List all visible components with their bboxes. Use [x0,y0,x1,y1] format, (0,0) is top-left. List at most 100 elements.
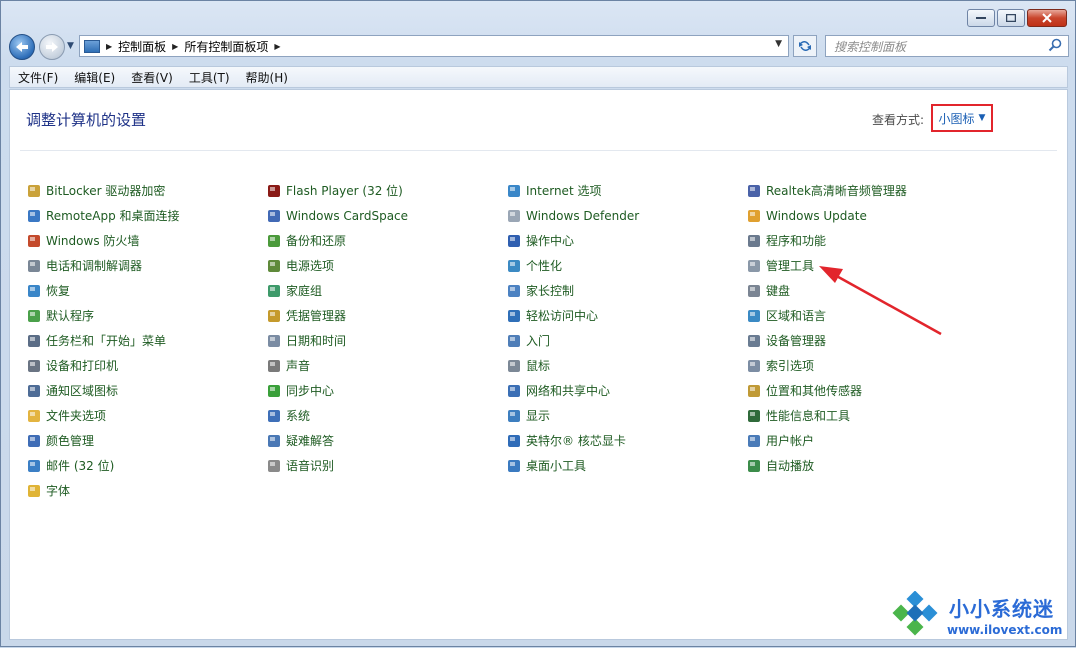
back-button[interactable] [9,34,35,60]
control-panel-item[interactable]: Windows Defender [506,203,746,228]
firewall-icon [28,234,40,247]
control-panel-item[interactable]: 索引选项 [746,353,986,378]
control-panel-item[interactable]: 凭据管理器 [266,303,506,328]
control-panel-item[interactable]: 家庭组 [266,278,506,303]
control-panel-item[interactable]: 恢复 [26,278,266,303]
chevron-right-icon[interactable]: ▶ [274,42,280,51]
autoplay-icon [748,459,760,472]
fonts-icon [28,484,40,497]
taskbar-icon [28,334,40,347]
breadcrumb-control-panel[interactable]: 控制面板 [118,38,166,55]
forward-button[interactable] [39,34,65,60]
control-panel-item-label: Windows 防火墙 [46,234,140,248]
getting-started-icon [508,334,520,347]
control-panel-item-label: 邮件 (32 位) [46,459,115,473]
address-bar[interactable]: ▶ 控制面板 ▶ 所有控制面板项 ▶ ▼ [79,35,789,57]
control-panel-item[interactable]: 英特尔® 核芯显卡 [506,428,746,453]
control-panel-item[interactable]: 日期和时间 [266,328,506,353]
control-panel-item[interactable]: 邮件 (32 位) [26,453,266,478]
control-panel-item[interactable]: 区域和语言 [746,303,986,328]
chevron-right-icon[interactable]: ▶ [172,42,178,51]
address-dropdown-icon[interactable]: ▼ [775,39,782,49]
menu-view[interactable]: 查看(V) [123,69,181,86]
control-panel-item-label: Windows CardSpace [286,208,409,223]
control-panel-item[interactable]: 声音 [266,353,506,378]
control-panel-item-label: 用户帐户 [766,434,815,448]
chevron-down-icon: ▼ [978,113,986,123]
device-manager-icon [748,334,760,347]
close-button[interactable] [1027,9,1067,27]
control-panel-item[interactable]: 用户帐户 [746,428,986,453]
control-panel-item[interactable]: 显示 [506,403,746,428]
control-panel-item[interactable]: 文件夹选项 [26,403,266,428]
arrow-left-icon [16,42,28,52]
control-panel-item[interactable]: 鼠标 [506,353,746,378]
divider [20,150,1057,151]
menu-edit[interactable]: 编辑(E) [66,69,123,86]
refresh-icon [799,41,811,51]
control-panel-item[interactable]: 轻松访问中心 [506,303,746,328]
recent-pages-dropdown[interactable]: ▼ [67,41,74,51]
control-panel-item[interactable]: 自动播放 [746,453,986,478]
refresh-button[interactable] [793,35,817,57]
control-panel-item[interactable]: 操作中心 [506,228,746,253]
control-panel-item[interactable]: 设备和打印机 [26,353,266,378]
control-panel-item-label: 管理工具 [766,259,815,273]
control-panel-item[interactable]: 网络和共享中心 [506,378,746,403]
control-panel-item[interactable]: 键盘 [746,278,986,303]
control-panel-item[interactable]: 字体 [26,478,266,503]
control-panel-item[interactable]: 性能信息和工具 [746,403,986,428]
search-input[interactable] [832,37,1046,57]
control-panel-item[interactable]: 设备管理器 [746,328,986,353]
control-panel-item-label: 操作中心 [526,234,575,248]
defender-icon [508,209,520,222]
control-panel-item[interactable]: 语音识别 [266,453,506,478]
control-panel-item-label: 语音识别 [286,459,335,473]
keyboard-icon [748,284,760,297]
control-panel-item[interactable]: 程序和功能 [746,228,986,253]
control-panel-item-label: 区域和语言 [766,309,827,323]
chevron-right-icon[interactable]: ▶ [106,42,112,51]
windows-update-icon [748,209,760,222]
admin-tools-icon [748,259,760,272]
view-by-label: 查看方式: [872,113,925,127]
minimize-button[interactable] [967,9,995,27]
control-panel-item[interactable]: Flash Player (32 位) [266,178,506,203]
control-panel-item[interactable]: 个性化 [506,253,746,278]
view-by-dropdown[interactable]: 小图标 ▼ [931,104,993,132]
control-panel-item[interactable]: Internet 选项 [506,178,746,203]
control-panel-item[interactable]: BitLocker 驱动器加密 [26,178,266,203]
control-panel-item[interactable]: 电话和调制解调器 [26,253,266,278]
control-panel-item[interactable]: 疑难解答 [266,428,506,453]
control-panel-item[interactable]: 任务栏和「开始」菜单 [26,328,266,353]
control-panel-item[interactable]: 默认程序 [26,303,266,328]
breadcrumb-all-items[interactable]: 所有控制面板项 [184,38,268,55]
control-panel-item[interactable]: Windows 防火墙 [26,228,266,253]
menu-help[interactable]: 帮助(H) [238,69,296,86]
control-panel-item[interactable]: 同步中心 [266,378,506,403]
control-panel-item[interactable]: 颜色管理 [26,428,266,453]
sound-icon [268,359,280,372]
control-panel-item[interactable]: 管理工具 [746,253,986,278]
control-panel-item[interactable]: 通知区域图标 [26,378,266,403]
control-panel-item[interactable]: Realtek高清晰音频管理器 [746,178,986,203]
control-panel-item-label: 通知区域图标 [46,384,119,398]
control-panel-item[interactable]: Windows Update [746,203,986,228]
control-panel-item-label: 任务栏和「开始」菜单 [46,334,167,348]
menu-tools[interactable]: 工具(T) [181,69,238,86]
control-panel-item[interactable]: 入门 [506,328,746,353]
control-panel-item[interactable]: RemoteApp 和桌面连接 [26,203,266,228]
control-panel-item-label: 英特尔® 核芯显卡 [526,434,626,448]
maximize-button[interactable] [997,9,1025,27]
control-panel-item[interactable]: 电源选项 [266,253,506,278]
control-panel-item[interactable]: 位置和其他传感器 [746,378,986,403]
control-panel-item[interactable]: 系统 [266,403,506,428]
control-panel-item-label: Flash Player (32 位) [286,184,403,198]
menu-file[interactable]: 文件(F) [10,69,66,86]
control-panel-item-label: Windows Defender [526,208,640,223]
control-panel-item[interactable]: 桌面小工具 [506,453,746,478]
control-panel-item[interactable]: 备份和还原 [266,228,506,253]
control-panel-item[interactable]: 家长控制 [506,278,746,303]
control-panel-item[interactable]: Windows CardSpace [266,203,506,228]
search-icon[interactable] [1048,38,1062,52]
